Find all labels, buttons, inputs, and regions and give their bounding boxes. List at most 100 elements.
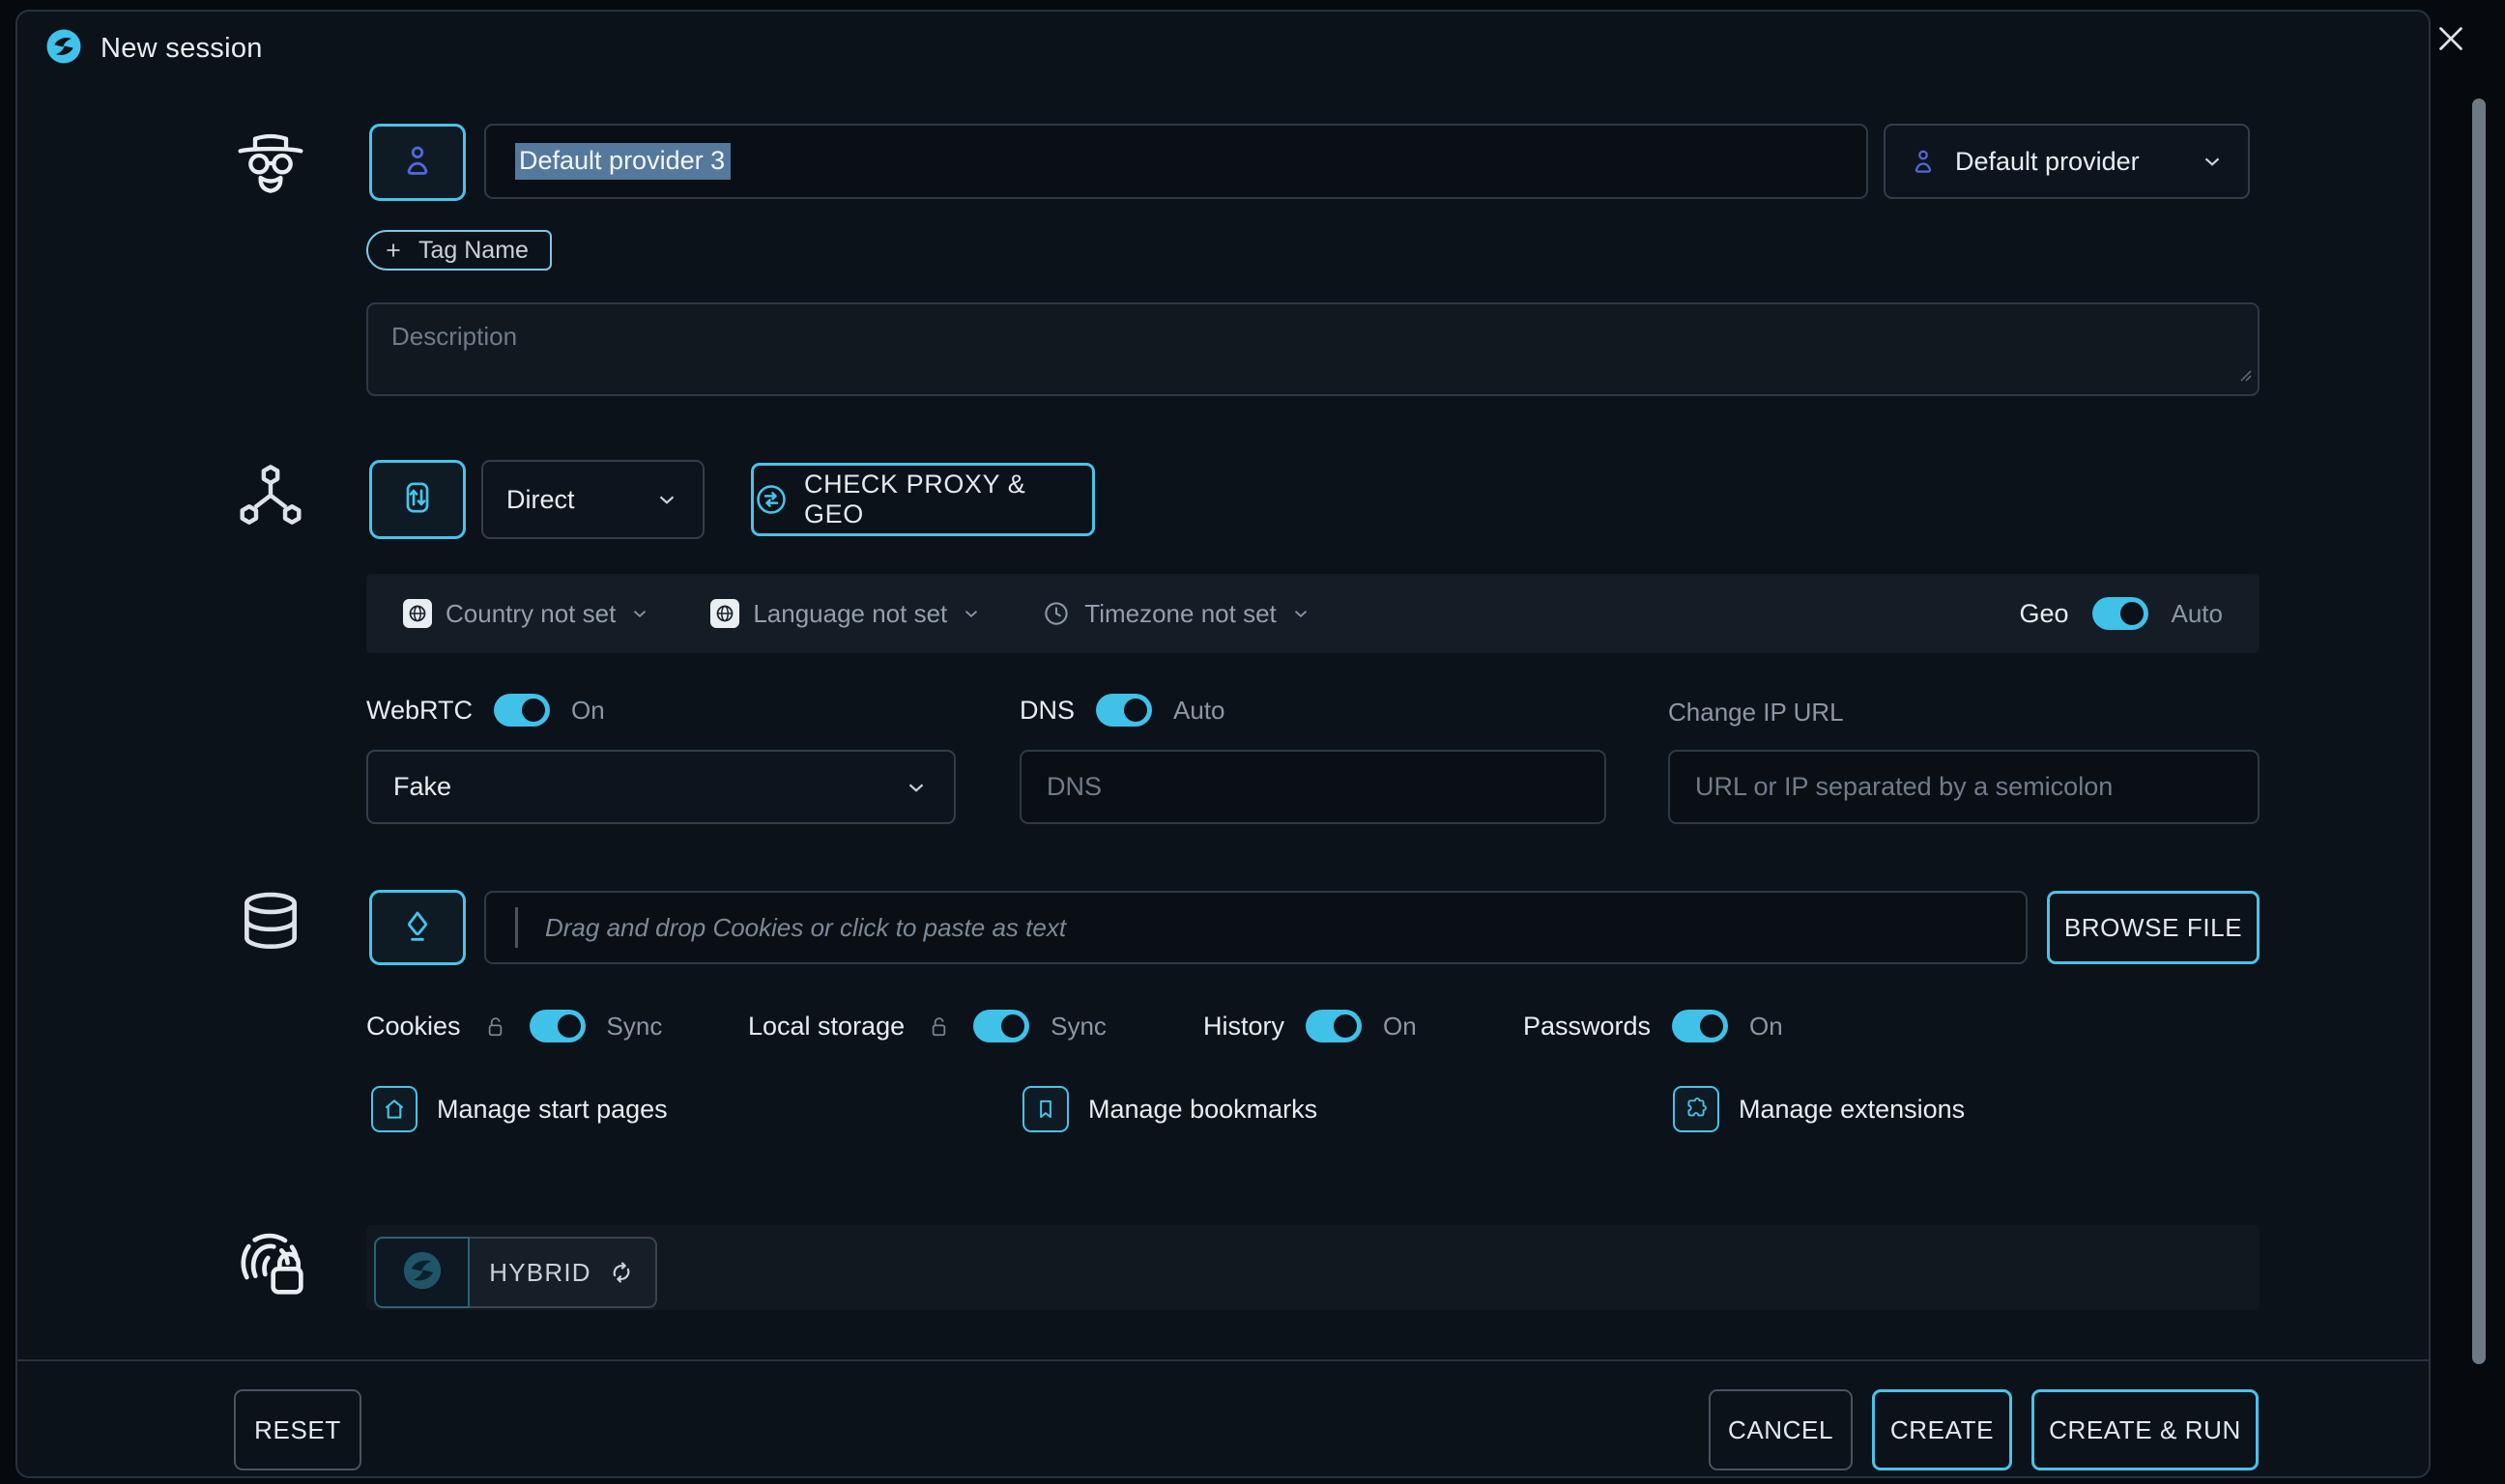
plus-icon [384,241,403,260]
fingerprint-section-icon-wrap [232,1221,309,1310]
proxy-type-button[interactable] [369,460,466,539]
lock-open-icon[interactable] [482,1013,508,1040]
dns-toggle[interactable] [1096,694,1153,727]
fingerprint-mode-group: HYBRID [374,1237,657,1308]
country-value: Country not set [446,598,617,628]
create-and-run-label: CREATE & RUN [2049,1414,2241,1444]
lock-open-icon[interactable] [926,1013,952,1040]
chevron-down-icon [1290,603,1311,624]
check-proxy-label: CHECK PROXY & GEO [804,470,1026,528]
puzzle-icon [1673,1086,1719,1132]
manage-start-pages-button[interactable]: Manage start pages [371,1086,668,1132]
description-textarea[interactable] [368,304,2258,394]
add-tag-label: Tag Name [418,236,529,264]
geo-state: Auto [2171,598,2224,628]
close-icon [2433,21,2468,61]
dns-input-wrap [1020,750,1606,824]
database-icon [235,888,306,964]
profile-section-icon-wrap [232,124,309,201]
browse-file-button[interactable]: BROWSE FILE [2047,891,2260,964]
country-dropdown[interactable]: Country not set [403,599,650,629]
history-label: History [1203,1011,1285,1041]
check-proxy-button[interactable]: CHECK PROXY & GEO [751,463,1095,536]
manage-bookmarks-label: Manage bookmarks [1088,1094,1318,1124]
dialog-title: New session [101,32,263,64]
browse-file-label: BROWSE FILE [2063,912,2243,942]
clock-icon [1042,599,1071,628]
dns-input[interactable] [1047,772,1579,802]
create-button[interactable]: CREATE [1872,1389,2012,1470]
geo-settings-bar: Country not set Language not set Timezon [366,574,2260,653]
geo-label: Geo [2019,598,2069,628]
language-dropdown[interactable]: Language not set [710,599,982,629]
dns-label: DNS [1020,695,1076,725]
vertical-scrollbar[interactable] [2472,99,2486,1364]
storage-section-icon-wrap [232,886,309,965]
profile-type-button[interactable] [369,124,466,201]
reset-label: RESET [254,1414,341,1444]
chevron-down-icon [904,775,929,800]
webrtc-mode-dropdown[interactable]: Fake [366,750,956,824]
person-icon [1909,147,1938,176]
dns-toggle-group: DNS Auto [1020,694,1225,727]
globe-icon [710,599,740,628]
timezone-dropdown[interactable]: Timezone not set [1042,599,1310,629]
provider-dropdown[interactable]: Default provider [1884,124,2250,199]
cookies-sync-state: Sync [606,1011,663,1041]
fingerprint-mode-button[interactable]: HYBRID [470,1237,657,1308]
proxy-section-icon-wrap [232,460,309,539]
timezone-value: Timezone not set [1084,598,1277,628]
create-and-run-button[interactable]: CREATE & RUN [2031,1389,2259,1470]
proxy-connection-dropdown[interactable]: Direct [481,460,705,539]
history-toggle[interactable] [1306,1010,1363,1042]
manage-start-pages-label: Manage start pages [437,1094,668,1124]
passwords-label: Passwords [1523,1011,1652,1041]
webrtc-label: WebRTC [366,695,474,725]
passwords-toggle[interactable] [1672,1010,1729,1042]
webrtc-toggle[interactable] [494,694,551,727]
chevron-down-icon [961,603,982,624]
create-label: CREATE [1889,1414,1995,1444]
fingerprint-lock-icon [232,1225,309,1307]
manage-extensions-label: Manage extensions [1739,1094,1966,1124]
cookies-drop-placeholder: Drag and drop Cookies or click to paste … [545,912,1067,942]
local-storage-label: Local storage [748,1011,906,1041]
home-icon [371,1086,418,1132]
swap-vertical-icon [398,478,437,522]
session-name-input[interactable]: Default provider 3 [484,124,1868,199]
close-button[interactable] [2432,21,2470,60]
eraser-icon [398,906,437,950]
reset-button[interactable]: RESET [234,1389,361,1470]
change-ip-input-wrap [1668,750,2260,824]
cookies-sync-label: Cookies [366,1011,461,1041]
cancel-button[interactable]: CANCEL [1709,1389,1853,1470]
chevron-down-icon [2200,149,2225,174]
cookies-drop-input[interactable]: Drag and drop Cookies or click to paste … [484,891,2028,964]
history-toggle-group: History On [1203,1005,1417,1047]
geo-toggle-group: Geo Auto [2019,597,2223,630]
add-tag-button[interactable]: Tag Name [366,230,552,271]
history-state: On [1383,1011,1417,1041]
resize-grip-icon[interactable] [2235,359,2253,389]
cancel-label: CANCEL [1727,1414,1834,1444]
cookies-clear-button[interactable] [369,890,466,965]
fingerprint-mode-label: HYBRID [489,1257,591,1287]
disguise-icon [232,122,309,204]
provider-dropdown-value: Default provider [1955,146,2140,176]
local-storage-toggle[interactable] [973,1010,1030,1042]
cookies-sync-toggle[interactable] [529,1010,586,1042]
description-field-wrap [366,302,2260,396]
regenerate-icon [607,1258,636,1287]
webrtc-toggle-group: WebRTC On [366,694,605,727]
local-storage-sync-group: Local storage Sync [748,1005,1107,1047]
new-session-dialog: New session Default provider 3 Default p… [15,10,2431,1478]
hybrid-logo-icon [400,1248,445,1298]
kameleo-logo-icon [44,27,83,71]
fingerprint-engine-button[interactable] [374,1237,470,1308]
session-name-value: Default provider 3 [515,143,732,180]
geo-toggle[interactable] [2091,597,2148,630]
manage-bookmarks-button[interactable]: Manage bookmarks [1022,1086,1317,1132]
passwords-state: On [1749,1011,1783,1041]
manage-extensions-button[interactable]: Manage extensions [1673,1086,1965,1132]
change-ip-input[interactable] [1695,772,2232,802]
